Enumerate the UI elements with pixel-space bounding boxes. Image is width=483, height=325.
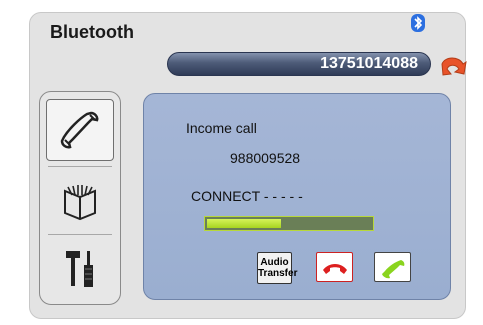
side-navigation [39,91,121,305]
nav-item-contacts[interactable] [46,170,114,232]
tools-icon [66,251,93,287]
audio-transfer-button[interactable]: Audio Transfer [257,252,298,284]
hangup-phone-icon [323,264,347,274]
back-arrow-icon[interactable] [435,50,469,82]
phone-handset-icon [60,111,99,149]
audio-transfer-label-line1: Audio [260,257,289,268]
audio-transfer-label-line2: Transfer [258,268,298,279]
phone-number-display: 13751014088 [167,52,431,76]
call-heading: Income call [186,120,257,136]
nav-item-phone[interactable] [46,99,114,161]
progress-fill [207,219,281,228]
nav-item-settings[interactable] [46,238,114,300]
nav-divider [48,234,112,235]
connection-progress-bar [204,216,374,231]
book-icon [64,185,96,221]
connection-status: CONNECT - - - - - [191,188,303,204]
answer-button[interactable] [374,252,411,282]
nav-divider [48,166,112,167]
page-title: Bluetooth [50,22,134,42]
bluetooth-icon [411,14,425,32]
hangup-button[interactable] [316,252,353,282]
caller-number: 988009528 [230,150,301,166]
answer-phone-icon [382,260,405,279]
